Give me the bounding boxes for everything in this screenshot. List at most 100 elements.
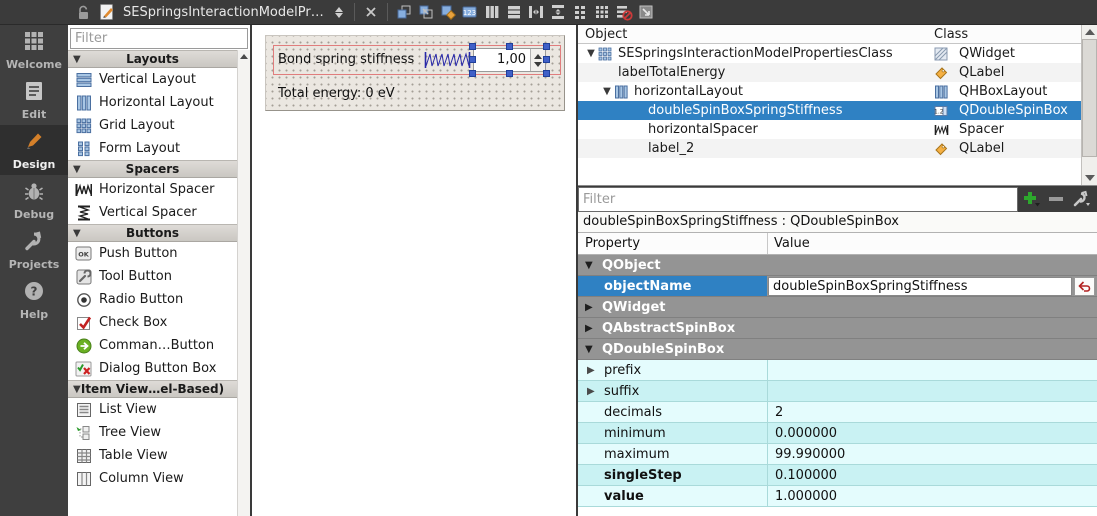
layout-horizontal-icon[interactable] [481,1,503,23]
spin-down-icon[interactable] [534,62,542,67]
close-icon[interactable] [360,1,382,23]
expander-right-icon[interactable]: ▶ [587,365,595,376]
add-property-icon[interactable] [1018,187,1043,211]
tree-row-label-total-energy[interactable]: labelTotalEnergy QLabel [578,63,1081,82]
tree-row-double-spinbox[interactable]: doubleSpinBoxSpringStiffness 1.2 QDouble… [578,101,1081,120]
splitter-horizontal-icon[interactable] [525,1,547,23]
raise-widget-icon[interactable] [393,1,415,23]
sidebar-item-welcome[interactable]: Welcome [0,25,68,75]
scroll-down-icon[interactable] [1085,175,1095,181]
sidebar-item-edit[interactable]: Edit [0,75,68,125]
property-row-decimals[interactable]: decimals 2 [578,402,1097,423]
class-column-header[interactable]: Class [930,27,1081,42]
property-row-singlestep[interactable]: singleStep 0.100000 [578,465,1097,486]
property-filter-input[interactable] [578,187,1018,212]
layout-vertical-icon[interactable] [503,1,525,23]
property-value[interactable] [767,381,1097,401]
group-row-qabstractspinbox[interactable]: ▶ QAbstractSpinBox [578,318,1097,339]
double-spinbox[interactable]: 1,00 [473,48,546,72]
expander-right-icon[interactable]: ▶ [587,386,595,397]
lower-widget-icon[interactable] [415,1,437,23]
layout-grid-icon[interactable] [591,1,613,23]
tree-row-horizontal-spacer[interactable]: horizontalSpacer Spacer [578,120,1081,139]
value-column-header[interactable]: Value [767,233,1097,254]
splitter-vertical-icon[interactable] [547,1,569,23]
group-row-qobject[interactable]: ▼ QObject [578,255,1097,276]
widget-item-horizontal-spacer[interactable]: Horizontal Spacer [68,178,237,201]
widget-item-push-button[interactable]: OK Push Button [68,242,237,265]
property-row-minimum[interactable]: minimum 0.000000 [578,423,1097,444]
widget-item-column-view[interactable]: Column View [68,467,237,490]
document-title[interactable]: SESpringsInteractionModelPr… [123,5,324,20]
widget-item-radio-button[interactable]: Radio Button [68,288,237,311]
selection-handle[interactable] [469,70,476,77]
sidebar-item-projects[interactable]: Projects [0,225,68,275]
widget-item-vertical-spacer[interactable]: Vertical Spacer [68,201,237,224]
property-value[interactable]: 0.000000 [767,423,1097,443]
lock-open-icon[interactable] [77,4,91,20]
property-value[interactable]: 0.100000 [767,465,1097,485]
property-row-suffix[interactable]: ▶suffix [578,381,1097,402]
tree-row-horizontal-layout[interactable]: ▼ horizontalLayout QHBoxLayout [578,82,1081,101]
file-form-icon[interactable] [99,3,115,21]
break-layout-icon[interactable] [613,1,635,23]
bond-stiffness-label[interactable]: Bond spring stiffness [278,45,414,75]
scroll-up-icon[interactable] [1085,29,1095,35]
tree-row-label-2[interactable]: label_2 QLabel [578,139,1081,158]
sidebar-item-debug[interactable]: Debug [0,175,68,225]
property-row-objectname[interactable]: objectName doubleSpinBoxSpringStiffness [578,276,1097,297]
widget-box-scrollbar[interactable] [237,50,250,516]
updown-selector-icon[interactable] [335,7,343,18]
scrollbar-thumb[interactable] [1082,39,1097,157]
widget-item-tree-view[interactable]: Tree View [68,421,237,444]
widget-box-section-spacers[interactable]: ▼ Spacers [68,160,237,178]
widget-item-dialog-button-box[interactable]: Dialog Button Box [68,357,237,380]
object-inspector-scrollbar[interactable] [1081,25,1097,185]
form-canvas[interactable]: Bond spring stiffness 1,00 Total energy:… [265,35,565,111]
property-row-value[interactable]: value 1.000000 [578,486,1097,507]
sidebar-item-design[interactable]: Design [0,125,68,175]
selection-handle[interactable] [543,43,550,50]
widget-box-section-buttons[interactable]: ▼ Buttons [68,224,237,242]
configure-wrench-icon[interactable] [1068,187,1093,211]
scroll-up-icon[interactable] [240,54,248,59]
layout-form-icon[interactable] [569,1,591,23]
tree-row-root-widget[interactable]: ▼ SESpringsInteractionModelPropertiesCla… [578,44,1081,63]
reset-property-icon[interactable] [1074,277,1095,296]
widget-box-filter-input[interactable] [70,28,248,49]
property-value[interactable]: 99.990000 [767,444,1097,464]
widget-item-grid-layout[interactable]: Grid Layout [68,114,237,137]
property-value[interactable]: 2 [767,402,1097,422]
widget-item-horizontal-layout[interactable]: Horizontal Layout [68,91,237,114]
property-row-maximum[interactable]: maximum 99.990000 [578,444,1097,465]
sidebar-item-help[interactable]: ? Help [0,275,68,325]
adjust-size-icon[interactable] [635,1,657,23]
widget-item-command-link-button[interactable]: Comman…Button [68,334,237,357]
widget-item-tool-button[interactable]: Tool Button [68,265,237,288]
selection-handle[interactable] [469,56,476,63]
property-name[interactable]: objectName [578,276,767,296]
widget-item-list-view[interactable]: List View [68,398,237,421]
expander-down-icon[interactable]: ▼ [584,48,598,59]
widget-item-form-layout[interactable]: Form Layout [68,137,237,160]
total-energy-label[interactable]: Total energy: 0 eV [278,86,395,101]
spin-up-icon[interactable] [534,54,542,59]
widget-item-table-view[interactable]: Table View [68,444,237,467]
group-row-qdoublespinbox[interactable]: ▼ QDoubleSpinBox [578,339,1097,360]
property-column-header[interactable]: Property [578,236,767,251]
widget-item-check-box[interactable]: Check Box [68,311,237,334]
edit-buddies-icon[interactable] [437,1,459,23]
widget-box-section-layouts[interactable]: ▼ Layouts [68,50,237,68]
selection-handle[interactable] [506,70,513,77]
property-row-prefix[interactable]: ▶prefix [578,360,1097,381]
expander-down-icon[interactable]: ▼ [600,86,614,97]
property-value[interactable]: 1.000000 [767,486,1097,506]
spinbox-value[interactable]: 1,00 [474,49,530,71]
selection-handle[interactable] [543,70,550,77]
remove-property-icon[interactable] [1043,187,1068,211]
widget-box-section-item-views[interactable]: ▼ Item View…el-Based) [68,380,237,398]
property-value[interactable] [767,360,1097,380]
group-row-qwidget[interactable]: ▶ QWidget [578,297,1097,318]
object-column-header[interactable]: Object [578,27,930,42]
selection-handle[interactable] [469,43,476,50]
